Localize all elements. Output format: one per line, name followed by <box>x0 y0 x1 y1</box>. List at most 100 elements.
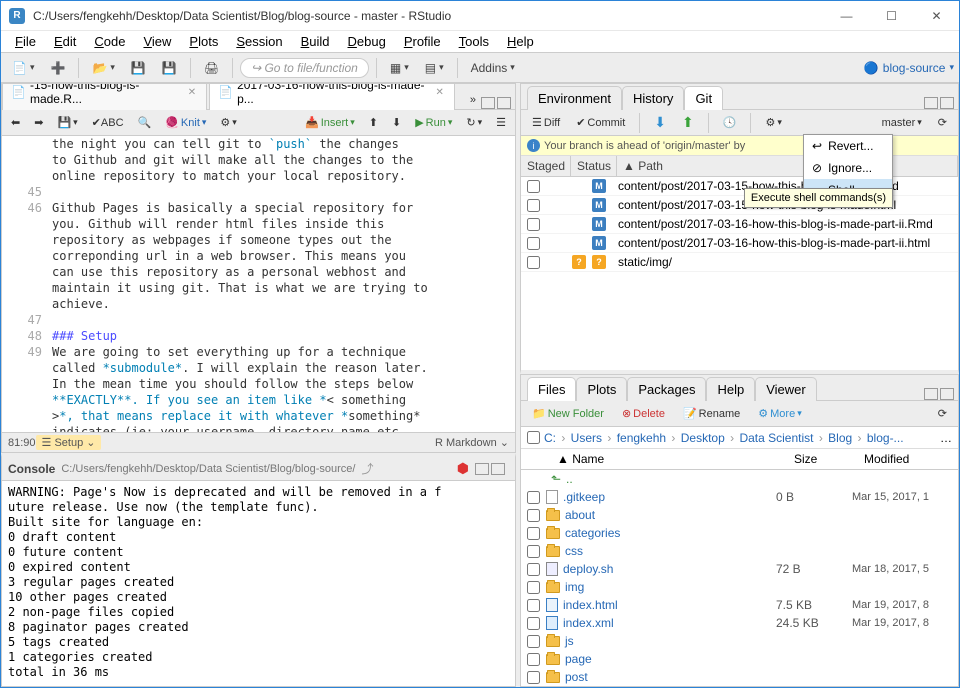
menu-profile[interactable]: Profile <box>396 33 449 50</box>
tab-git[interactable]: Git <box>684 86 723 110</box>
menu-code[interactable]: Code <box>86 33 133 50</box>
refresh-button[interactable]: ⟳ <box>933 113 952 132</box>
minimize-pane-icon[interactable] <box>481 97 495 109</box>
panes-button[interactable]: ▤▾ <box>419 57 450 79</box>
file-row[interactable]: .gitkeep0 BMar 15, 2017, 1 <box>521 488 958 506</box>
git-col-path[interactable]: ▲ Path <box>617 156 958 176</box>
refresh-files-button[interactable]: ⟳ <box>933 404 952 423</box>
git-col-staged[interactable]: Staged <box>521 156 571 176</box>
stage-checkbox[interactable] <box>527 199 540 212</box>
stop-button[interactable]: ⬢ <box>457 460 469 477</box>
breadcrumb-item[interactable]: C: <box>542 431 558 445</box>
stage-checkbox[interactable] <box>527 237 540 250</box>
nav-down-button[interactable]: ⬇ <box>387 113 406 132</box>
menu-plots[interactable]: Plots <box>181 33 226 50</box>
forward-button[interactable]: ➡ <box>29 113 48 132</box>
close-button[interactable]: ✕ <box>914 1 959 31</box>
file-checkbox[interactable] <box>527 527 540 540</box>
new-folder-button[interactable]: 📁 New Folder <box>527 404 609 423</box>
tab-files[interactable]: Files <box>527 377 576 401</box>
git-col-status[interactable]: Status <box>571 156 617 176</box>
nav-up-button[interactable]: ⬆ <box>364 113 383 132</box>
outline-button[interactable]: ☰ <box>491 113 511 132</box>
file-checkbox[interactable] <box>527 617 540 630</box>
file-row[interactable]: page <box>521 650 958 668</box>
files-col-size[interactable]: Size <box>788 449 858 469</box>
tab-viewer[interactable]: Viewer <box>755 377 817 401</box>
rename-button[interactable]: 📝 Rename <box>678 404 745 423</box>
breadcrumb-item[interactable]: Desktop <box>679 431 727 445</box>
save-button[interactable]: 💾 <box>125 57 152 79</box>
menu-session[interactable]: Session <box>228 33 290 50</box>
tab-close-icon[interactable]: ✕ <box>433 87 445 98</box>
files-col-modified[interactable]: Modified <box>858 449 958 469</box>
minimize-pane-icon[interactable] <box>475 463 489 475</box>
chunk-selector[interactable]: ☰ Setup ⌄ <box>36 435 102 450</box>
source-tab-1[interactable]: 📄 2017-03-16-how-this-blog-is-made-p...✕ <box>209 83 455 110</box>
menu-file[interactable]: File <box>7 33 44 50</box>
new-project-button[interactable]: ➕ <box>44 57 71 79</box>
breadcrumb-item[interactable]: blog-... <box>865 431 906 445</box>
file-row[interactable]: js <box>521 632 958 650</box>
menu-view[interactable]: View <box>135 33 179 50</box>
maximize-pane-icon[interactable] <box>497 97 511 109</box>
select-all-checkbox[interactable] <box>527 431 540 444</box>
tools-grid-button[interactable]: ▦▾ <box>384 57 415 79</box>
file-checkbox[interactable] <box>527 599 540 612</box>
commit-button[interactable]: ✔ Commit <box>571 113 630 132</box>
file-row[interactable]: deploy.sh72 BMar 18, 2017, 5 <box>521 560 958 578</box>
stage-checkbox[interactable] <box>527 256 540 269</box>
tab-packages[interactable]: Packages <box>627 377 706 401</box>
insert-button[interactable]: 📥 Insert ▾ <box>300 113 360 132</box>
file-checkbox[interactable] <box>527 509 540 522</box>
diff-button[interactable]: ☰ Diff <box>527 113 565 132</box>
minimize-button[interactable]: — <box>824 1 869 31</box>
tab-plots[interactable]: Plots <box>576 377 627 401</box>
rerun-button[interactable]: ↻▾ <box>461 113 487 132</box>
source-tab-0[interactable]: 📄 -15-how-this-blog-is-made.R...✕ <box>2 83 207 110</box>
open-button[interactable]: 📂▾ <box>86 57 120 79</box>
tab-history[interactable]: History <box>622 86 684 110</box>
stage-checkbox[interactable] <box>527 218 540 231</box>
breadcrumb-item[interactable]: fengkehh <box>615 431 668 445</box>
run-button[interactable]: ▶ Run ▾ <box>410 113 457 132</box>
minimize-pane-icon[interactable] <box>924 97 938 109</box>
file-checkbox[interactable] <box>527 653 540 666</box>
breadcrumb-item[interactable]: Users <box>569 431 604 445</box>
file-row[interactable]: index.xml24.5 KBMar 19, 2017, 8 <box>521 614 958 632</box>
delete-button[interactable]: ⊗ Delete <box>617 404 670 423</box>
console-output[interactable]: WARNING: Page's Now is deprecated and wi… <box>2 481 515 686</box>
file-checkbox[interactable] <box>527 545 540 558</box>
more-git-button[interactable]: ⚙▾ <box>760 113 786 132</box>
clear-console-icon[interactable]: ⤴ <box>361 460 373 477</box>
file-row[interactable]: index.html7.5 KBMar 19, 2017, 8 <box>521 596 958 614</box>
tab-help[interactable]: Help <box>706 377 755 401</box>
menu-build[interactable]: Build <box>293 33 338 50</box>
minimize-pane-icon[interactable] <box>924 388 938 400</box>
history-button[interactable]: 🕓 <box>718 113 742 132</box>
menu-help[interactable]: Help <box>499 33 542 50</box>
files-col-name[interactable]: ▲ Name <box>551 449 788 469</box>
branch-selector[interactable]: master ▾ <box>877 114 927 132</box>
menu-edit[interactable]: Edit <box>46 33 84 50</box>
save-button[interactable]: 💾▾ <box>52 113 82 132</box>
git-row[interactable]: ??static/img/ <box>521 253 958 272</box>
tab-environment[interactable]: Environment <box>527 86 622 110</box>
file-row[interactable]: categories <box>521 524 958 542</box>
menu-tools[interactable]: Tools <box>451 33 497 50</box>
settings-button[interactable]: ⚙▾ <box>215 113 241 132</box>
tab-close-icon[interactable]: ✕ <box>186 87 198 98</box>
knit-button[interactable]: 🧶 Knit ▾ <box>160 113 211 132</box>
menu-debug[interactable]: Debug <box>340 33 394 50</box>
git-row[interactable]: Mcontent/post/2017-03-16-how-this-blog-i… <box>521 215 958 234</box>
new-doc-button[interactable]: 📄▾ <box>6 57 40 79</box>
maximize-pane-icon[interactable] <box>491 463 505 475</box>
git-row[interactable]: Mcontent/post/2017-03-16-how-this-blog-i… <box>521 234 958 253</box>
pull-button[interactable]: ⬇ <box>649 111 671 134</box>
file-row[interactable]: about <box>521 506 958 524</box>
project-selector[interactable]: 🔵 blog-source ▾ <box>864 61 954 75</box>
print-button[interactable]: 🖨 <box>198 57 225 79</box>
breadcrumb-more-icon[interactable]: … <box>940 431 952 445</box>
file-checkbox[interactable] <box>527 491 540 504</box>
file-row[interactable]: post <box>521 668 958 686</box>
